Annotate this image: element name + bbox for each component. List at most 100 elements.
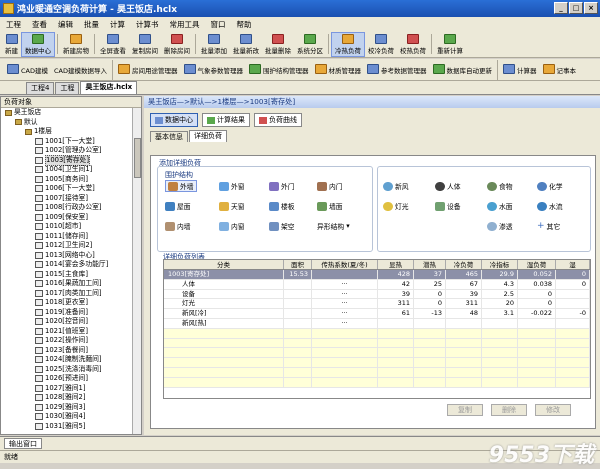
- tree-node[interactable]: 1022[操作间]: [1, 336, 141, 346]
- batch-edit-button[interactable]: 批量新改: [230, 32, 262, 57]
- tree-node[interactable]: 1020[控音间]: [1, 317, 141, 327]
- tree-node[interactable]: 1012[卫生间2]: [1, 241, 141, 251]
- output-window-tab[interactable]: 输出窗口: [4, 438, 42, 449]
- roof-button[interactable]: 屋面: [165, 200, 191, 212]
- tree-node[interactable]: 1019[准备间]: [1, 308, 141, 318]
- menu-tools[interactable]: 常用工具: [170, 19, 200, 30]
- new-room-button[interactable]: 新建房物: [60, 32, 92, 57]
- col-area[interactable]: 面积: [284, 260, 312, 269]
- check-heat-button[interactable]: 校热负荷: [397, 32, 429, 57]
- tree-node[interactable]: 1011[储存间]: [1, 232, 141, 242]
- lighting-button[interactable]: 灯光: [383, 200, 409, 212]
- calculator-button[interactable]: 计算器: [500, 60, 540, 80]
- recalculate-button[interactable]: 重新计算: [434, 32, 466, 57]
- ext-wall-button[interactable]: 外墙: [165, 180, 197, 192]
- tree-node[interactable]: 1024[腌制洗麵间]: [1, 355, 141, 365]
- material-button[interactable]: 材质管理器: [312, 60, 365, 80]
- col-sensible[interactable]: 显热: [378, 260, 414, 269]
- table-row[interactable]: 设备 ··· 39 0 39 2.5 0: [164, 289, 590, 300]
- minimize-button[interactable]: _: [554, 2, 568, 14]
- doc-tab-active[interactable]: 昊王饭店.hclx: [80, 81, 138, 94]
- human-button[interactable]: 人体: [435, 180, 461, 192]
- water-flow-button[interactable]: 水流: [537, 200, 563, 212]
- tree-node[interactable]: 1029[雅间3]: [1, 403, 141, 413]
- tree-node[interactable]: 1007[接待室]: [1, 194, 141, 204]
- room-usage-button[interactable]: 房间用途管理器: [115, 60, 181, 80]
- tree-node[interactable]: 1016[果蔬加工间]: [1, 279, 141, 289]
- ext-window-button[interactable]: 外窗: [219, 180, 245, 192]
- wall-face-button[interactable]: 墙面: [317, 200, 343, 212]
- tree-node[interactable]: 1030[雅间4]: [1, 412, 141, 422]
- menu-help[interactable]: 帮助: [237, 19, 252, 30]
- tree-node[interactable]: 1003[寄存处]: [1, 154, 141, 166]
- tree-node[interactable]: 1001[下一大堂]: [1, 137, 141, 147]
- new-button[interactable]: 新建: [2, 32, 21, 57]
- infiltration-button[interactable]: 渗透: [487, 220, 513, 232]
- tree-node[interactable]: 1018[更衣室]: [1, 298, 141, 308]
- tree-node[interactable]: 1031[雅间5]: [1, 422, 141, 432]
- tree-node[interactable]: 1017[肉类加工间]: [1, 289, 141, 299]
- tree-node[interactable]: 1014[宴会多功能厅]: [1, 260, 141, 270]
- maximize-button[interactable]: □: [569, 2, 583, 14]
- equipment-button[interactable]: 设备: [435, 200, 461, 212]
- weather-button[interactable]: 气象参数管理器: [181, 60, 247, 80]
- table-row[interactable]: 新风[冷] ··· 61 -13 48 3.1 -0.022 -0: [164, 309, 590, 319]
- tree-node[interactable]: 1015[主食库]: [1, 270, 141, 280]
- tab-basic-info[interactable]: 基本信息: [150, 131, 188, 142]
- doc-tab-project[interactable]: 工程: [55, 82, 80, 94]
- chemical-button[interactable]: 化学: [537, 180, 563, 192]
- cad-model-button[interactable]: CAD建模: [4, 60, 51, 80]
- int-wall-button[interactable]: 内墙: [165, 220, 191, 232]
- col-latent[interactable]: 潜热: [414, 260, 446, 269]
- batch-add-button[interactable]: 批量添加: [198, 32, 230, 57]
- cad-import-button[interactable]: CAD建模数据导入: [51, 60, 110, 80]
- menu-view[interactable]: 查看: [32, 19, 47, 30]
- col-wet-load[interactable]: 湿负荷: [518, 260, 556, 269]
- col-category[interactable]: 分类: [164, 260, 284, 269]
- fullscreen-button[interactable]: 全屏查看: [97, 32, 129, 57]
- tree-node[interactable]: 1023[备餐间]: [1, 346, 141, 356]
- table-row[interactable]: 人体 ··· 42 25 67 4.3 0.038 0: [164, 279, 590, 290]
- special-structure-button[interactable]: 异形结构 ▾: [317, 220, 350, 232]
- table-row[interactable]: 灯光 ··· 311 0 311 20 0: [164, 299, 590, 310]
- tree-node[interactable]: 1013[网络中心]: [1, 251, 141, 261]
- ext-door-button[interactable]: 外门: [269, 180, 295, 192]
- elevated-button[interactable]: 架空: [269, 220, 295, 232]
- tab-load-curve[interactable]: 负荷曲线: [254, 113, 302, 127]
- tree-node[interactable]: 1006[下一大堂]: [1, 184, 141, 194]
- tree-node[interactable]: 1004[卫生间1]: [1, 165, 141, 175]
- tree-node[interactable]: 1025[洗涤消毒间]: [1, 365, 141, 375]
- col-cool-index[interactable]: 冷指标: [482, 260, 518, 269]
- tree-node[interactable]: 1009[保安室]: [1, 213, 141, 223]
- doc-tab-project4[interactable]: 工程4: [26, 82, 55, 94]
- copy-room-button[interactable]: 复制房间: [129, 32, 161, 57]
- db-update-button[interactable]: 数据库自动更新: [430, 60, 496, 80]
- system-zone-button[interactable]: 系统分区: [294, 32, 326, 57]
- skylight-button[interactable]: 天窗: [219, 200, 245, 212]
- tree-node[interactable]: 默认: [1, 118, 141, 128]
- modify-button[interactable]: 修改: [535, 404, 571, 416]
- tree-node[interactable]: 1楼层: [1, 127, 141, 137]
- tab-data-center[interactable]: 数据中心: [150, 113, 198, 127]
- data-center-button[interactable]: 数据中心: [21, 31, 55, 57]
- tab-detail-load[interactable]: 详细负荷: [189, 130, 227, 142]
- fresh-air-button[interactable]: 新风: [383, 180, 409, 192]
- col-coef[interactable]: 传热系数(夏/冬): [312, 260, 378, 269]
- menu-edit[interactable]: 编辑: [58, 19, 73, 30]
- heat-cool-load-button[interactable]: 冷热负荷: [331, 31, 365, 57]
- notepad-button[interactable]: 记事本: [540, 60, 580, 80]
- tree-scrollbar[interactable]: [132, 108, 141, 434]
- table-row[interactable]: 新风[热] ···: [164, 318, 590, 329]
- copy-button[interactable]: 复制: [447, 404, 483, 416]
- menu-calc[interactable]: 计算: [110, 19, 125, 30]
- int-window-button[interactable]: 内窗: [219, 220, 245, 232]
- col-wet[interactable]: 湿: [556, 260, 590, 269]
- floor-slab-button[interactable]: 楼板: [269, 200, 295, 212]
- col-cool-load[interactable]: 冷负荷: [446, 260, 482, 269]
- menu-batch[interactable]: 批量: [84, 19, 99, 30]
- tree-node[interactable]: 1005[商务间]: [1, 175, 141, 185]
- scroll-thumb[interactable]: [134, 138, 141, 178]
- water-surface-button[interactable]: 水面: [487, 200, 513, 212]
- check-cool-button[interactable]: 校冷负荷: [365, 32, 397, 57]
- menu-project[interactable]: 工程: [6, 19, 21, 30]
